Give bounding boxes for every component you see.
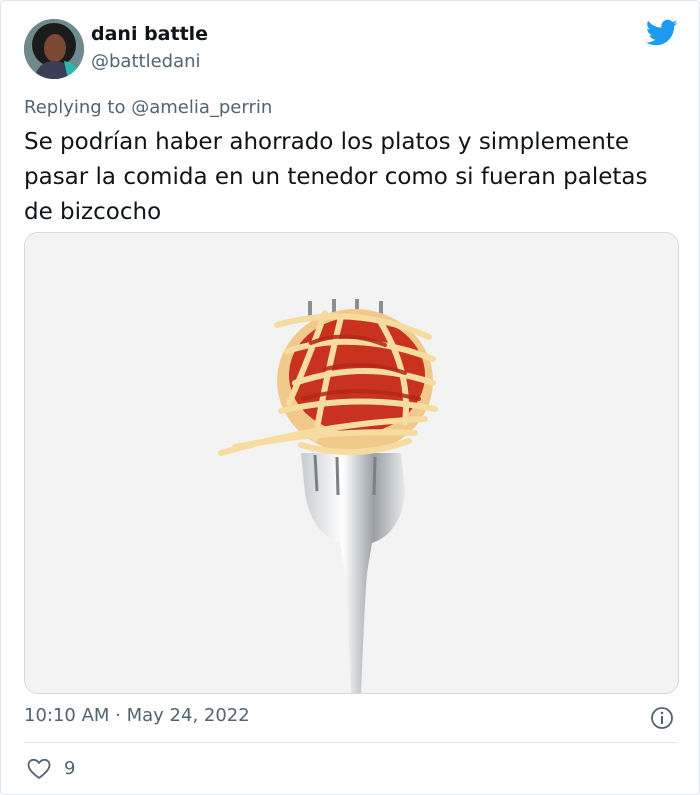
- heart-icon[interactable]: [27, 758, 51, 780]
- replying-to-handle[interactable]: @amelia_perrin: [131, 97, 272, 118]
- author-handle[interactable]: @battledani: [91, 51, 201, 72]
- divider: [24, 742, 678, 743]
- replying-prefix: Replying to: [24, 97, 132, 118]
- tweet-image[interactable]: [24, 232, 679, 694]
- like-count: 9: [64, 758, 76, 779]
- twitter-bird-icon[interactable]: [646, 19, 678, 47]
- author-name[interactable]: dani battle: [91, 23, 208, 45]
- replying-to: Replying to @amelia_perrin: [24, 97, 272, 118]
- info-icon[interactable]: [650, 706, 674, 730]
- tweet-card: dani battle @battledani Replying to @ame…: [0, 0, 700, 795]
- tweet-timestamp[interactable]: 10:10 AM · May 24, 2022: [24, 705, 250, 726]
- tweet-text: Se podrían haber ahorrado los platos y s…: [24, 129, 648, 225]
- spaghetti-fork-photo: [25, 233, 678, 693]
- avatar[interactable]: [24, 19, 84, 79]
